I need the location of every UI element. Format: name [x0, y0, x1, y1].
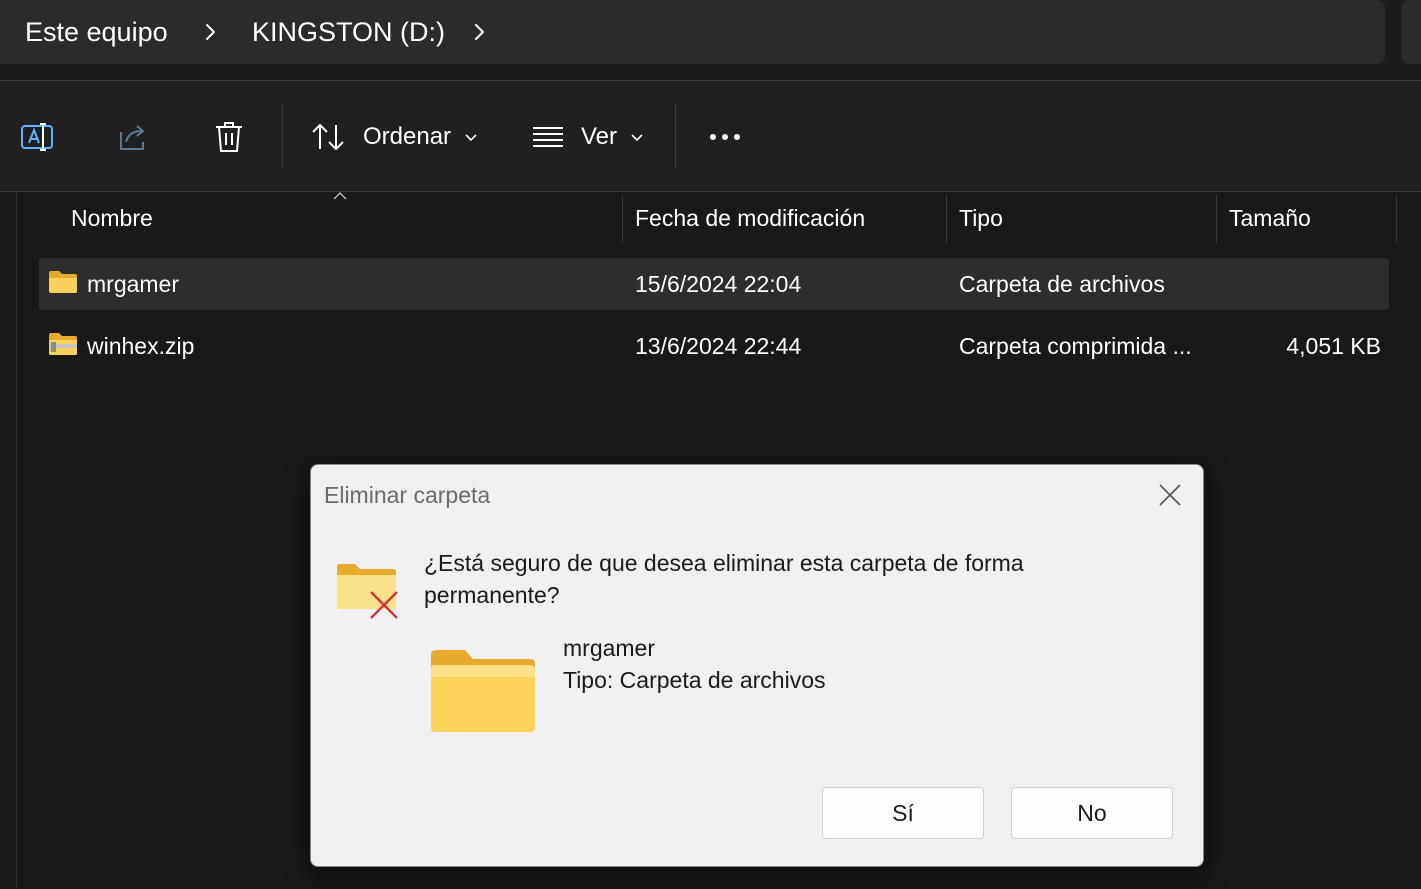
zip-folder-icon — [49, 333, 77, 355]
chevron-down-icon — [631, 134, 643, 142]
column-divider[interactable] — [1396, 195, 1397, 243]
view-list-icon — [533, 127, 563, 147]
column-divider[interactable] — [946, 195, 947, 243]
dialog-title: Eliminar carpeta — [324, 482, 491, 508]
sort-up-arrow-icon — [333, 192, 347, 200]
share-icon — [120, 125, 144, 150]
file-row-mrgamer[interactable]: mrgamer 15/6/2024 22:04 Carpeta de archi… — [39, 258, 1389, 310]
close-icon — [1159, 484, 1181, 506]
column-header-size[interactable]: Tamaño — [1229, 205, 1311, 232]
rename-icon — [21, 123, 53, 151]
column-header-type[interactable]: Tipo — [959, 205, 1003, 232]
file-size: 4,051 KB — [1286, 333, 1381, 359]
file-row-winhex[interactable]: winhex.zip 13/6/2024 22:44 Carpeta compr… — [39, 320, 1389, 372]
nav-pane-border — [16, 191, 17, 888]
delete-folder-dialog: Eliminar carpeta ¿Está seguro de que des… — [310, 464, 1204, 867]
sort-icon — [312, 124, 344, 150]
chevron-right-icon[interactable] — [467, 20, 491, 44]
chevron-down-icon — [465, 134, 477, 142]
rename-button[interactable] — [12, 112, 62, 162]
folder-icon — [49, 271, 77, 293]
dialog-message: ¿Está seguro de que desea eliminar esta … — [424, 550, 1024, 608]
sort-button[interactable]: Ordenar — [310, 112, 485, 162]
trash-icon — [216, 122, 242, 152]
view-label: Ver — [581, 123, 618, 150]
column-header-date[interactable]: Fecha de modificación — [635, 205, 865, 232]
column-header-name[interactable]: Nombre — [71, 205, 153, 232]
file-date: 13/6/2024 22:44 — [635, 333, 802, 359]
no-button[interactable]: No — [1011, 787, 1173, 839]
file-type: Carpeta comprimida ... — [959, 333, 1192, 359]
more-icon — [710, 134, 740, 140]
view-button[interactable]: Ver — [530, 112, 650, 162]
column-divider[interactable] — [622, 195, 623, 243]
toolbar-divider — [282, 104, 283, 168]
column-divider[interactable] — [1216, 195, 1217, 243]
share-button[interactable] — [108, 112, 158, 162]
dialog-item-name: mrgamer — [563, 635, 656, 661]
file-name: mrgamer — [87, 271, 180, 297]
delete-folder-icon — [337, 564, 398, 619]
chevron-right-icon[interactable] — [198, 20, 222, 44]
breadcrumb-kingston[interactable]: KINGSTON (D:) — [252, 16, 445, 48]
delete-button[interactable] — [204, 112, 254, 162]
file-name: winhex.zip — [87, 333, 195, 359]
more-options-button[interactable] — [700, 112, 750, 162]
search-box[interactable] — [1401, 0, 1421, 64]
close-button[interactable] — [1154, 479, 1186, 511]
file-date: 15/6/2024 22:04 — [635, 271, 802, 297]
sort-label: Ordenar — [363, 123, 452, 150]
yes-button[interactable]: Sí — [822, 787, 984, 839]
dialog-item-type: Tipo: Carpeta de archivos — [563, 667, 826, 693]
breadcrumb-este-equipo[interactable]: Este equipo — [25, 16, 168, 48]
folder-icon — [431, 650, 535, 732]
file-type: Carpeta de archivos — [959, 271, 1165, 297]
toolbar-divider — [675, 104, 676, 168]
